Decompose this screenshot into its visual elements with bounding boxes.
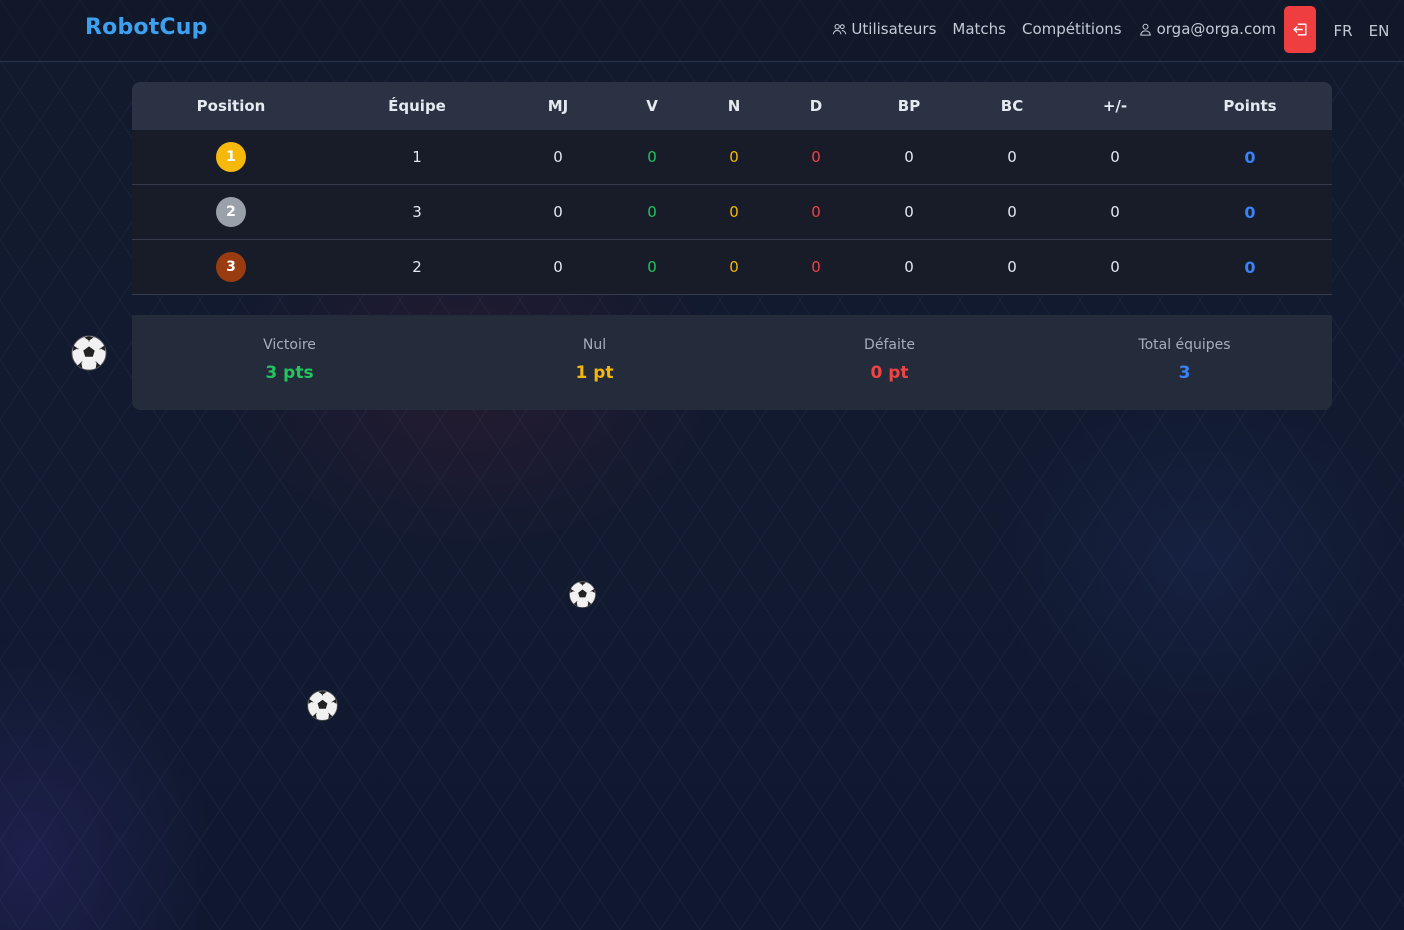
losses-cell: 0 — [811, 148, 821, 166]
header-diff[interactable]: +/- — [1062, 82, 1168, 130]
header-d[interactable]: D — [776, 82, 856, 130]
bronze-medal-badge: 3 — [216, 252, 246, 282]
stat-total-teams: Total équipes 3 — [1037, 315, 1332, 410]
soccer-ball-icon — [307, 690, 338, 721]
points-cell: 0 — [1244, 202, 1256, 222]
nav-competitions-label: Compétitions — [1021, 20, 1122, 38]
goal-diff-cell: 0 — [1110, 258, 1120, 276]
nav-account-label: orga@orga.com — [1156, 20, 1276, 38]
header-bc[interactable]: BC — [962, 82, 1062, 130]
position-cell: 3 — [132, 240, 330, 294]
nav-matches-link[interactable]: Matchs — [952, 20, 1006, 38]
users-icon — [833, 23, 847, 34]
stat-victory: Victoire 3 pts — [132, 315, 447, 410]
header-position[interactable]: Position — [132, 82, 330, 130]
nav-account-link[interactable]: orga@orga.com — [1138, 20, 1276, 38]
brand-logo[interactable]: RobotCup — [85, 15, 208, 40]
soccer-ball-icon — [569, 581, 596, 608]
stat-defeat-label: Défaite — [864, 337, 915, 353]
stat-defeat: Défaite 0 pt — [742, 315, 1037, 410]
stat-draw: Nul 1 pt — [447, 315, 742, 410]
nav-matches-label: Matchs — [952, 20, 1006, 38]
stat-victory-value: 3 pts — [265, 363, 314, 383]
header-mj[interactable]: MJ — [504, 82, 612, 130]
goals-against-cell: 0 — [1007, 258, 1017, 276]
logout-icon — [1292, 22, 1307, 36]
standings-table: Position Équipe MJ V N D BP BC +/- Point… — [132, 82, 1332, 295]
wins-cell: 0 — [647, 148, 657, 166]
silver-medal-badge: 2 — [216, 197, 246, 227]
points-cell: 0 — [1244, 147, 1256, 167]
nav-competitions-link[interactable]: Compétitions — [1022, 20, 1122, 38]
team-cell: 1 — [412, 148, 422, 166]
gold-medal-badge: 1 — [216, 142, 246, 172]
table-row[interactable]: 3 2 0 0 0 0 0 0 0 0 — [132, 240, 1332, 295]
soccer-ball-icon — [71, 335, 107, 371]
played-cell: 0 — [553, 203, 563, 221]
team-cell: 2 — [412, 258, 422, 276]
played-cell: 0 — [553, 258, 563, 276]
goals-for-cell: 0 — [904, 203, 914, 221]
draws-cell: 0 — [729, 148, 739, 166]
goals-for-cell: 0 — [904, 148, 914, 166]
stat-total-teams-value: 3 — [1178, 363, 1191, 383]
stat-victory-label: Victoire — [263, 337, 316, 353]
goals-for-cell: 0 — [904, 258, 914, 276]
position-cell: 2 — [132, 185, 330, 239]
table-header: Position Équipe MJ V N D BP BC +/- Point… — [132, 82, 1332, 130]
header-team[interactable]: Équipe — [330, 82, 504, 130]
team-cell: 3 — [412, 203, 422, 221]
header-points[interactable]: Points — [1168, 82, 1332, 130]
stat-draw-value: 1 pt — [575, 363, 614, 383]
lang-en-button[interactable]: EN — [1361, 18, 1397, 40]
nav-menu: Utilisateurs Matchs Compétitions orga@or… — [832, 0, 1404, 58]
logout-button[interactable] — [1284, 5, 1316, 53]
wins-cell: 0 — [647, 203, 657, 221]
header-v[interactable]: V — [612, 82, 692, 130]
points-cell: 0 — [1244, 257, 1256, 277]
user-icon — [1139, 23, 1151, 36]
header-bp[interactable]: BP — [856, 82, 962, 130]
table-row[interactable]: 2 3 0 0 0 0 0 0 0 0 — [132, 185, 1332, 240]
losses-cell: 0 — [811, 203, 821, 221]
scoring-legend: Victoire 3 pts Nul 1 pt Défaite 0 pt Tot… — [132, 315, 1332, 410]
goals-against-cell: 0 — [1007, 148, 1017, 166]
lang-fr-button[interactable]: FR — [1325, 18, 1361, 40]
goals-against-cell: 0 — [1007, 203, 1017, 221]
stat-total-teams-label: Total équipes — [1138, 337, 1231, 353]
stat-draw-label: Nul — [582, 337, 607, 353]
header-n[interactable]: N — [692, 82, 776, 130]
nav-users-label: Utilisateurs — [851, 20, 937, 38]
played-cell: 0 — [553, 148, 563, 166]
losses-cell: 0 — [811, 258, 821, 276]
wins-cell: 0 — [647, 258, 657, 276]
stat-defeat-value: 0 pt — [870, 363, 909, 383]
position-cell: 1 — [132, 130, 330, 184]
nav-users-link[interactable]: Utilisateurs — [832, 20, 936, 38]
goal-diff-cell: 0 — [1110, 203, 1120, 221]
goal-diff-cell: 0 — [1110, 148, 1120, 166]
navbar: RobotCup Utilisateurs Matchs Compétition… — [0, 0, 1404, 62]
table-row[interactable]: 1 1 0 0 0 0 0 0 0 0 — [132, 130, 1332, 185]
draws-cell: 0 — [729, 258, 739, 276]
draws-cell: 0 — [729, 203, 739, 221]
